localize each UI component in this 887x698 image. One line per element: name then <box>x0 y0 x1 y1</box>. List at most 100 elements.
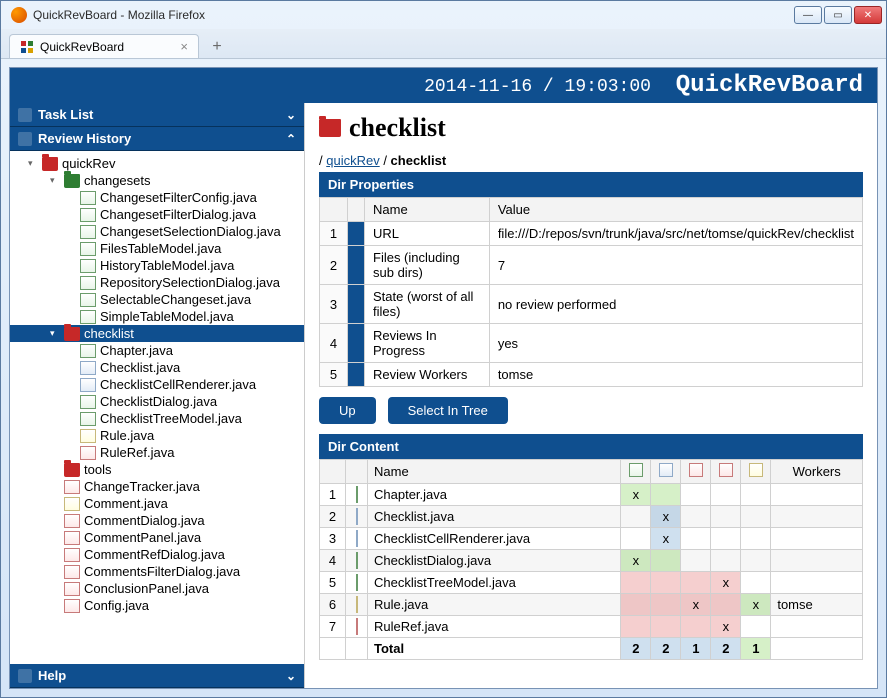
tab-close-icon[interactable]: × <box>180 39 188 54</box>
page-title: checklist <box>319 113 863 143</box>
tree-item[interactable]: Checklist.java <box>10 359 304 376</box>
tree-item[interactable]: SimpleTableModel.java <box>10 308 304 325</box>
tree-item[interactable]: ChecklistDialog.java <box>10 393 304 410</box>
col-value: Value <box>489 198 862 222</box>
prop-value: yes <box>489 324 862 363</box>
state-red2-icon <box>719 463 733 477</box>
tree[interactable]: ▾quickRev▾changesetsChangesetFilterConfi… <box>10 151 304 664</box>
window-buttons: — ▭ ✕ <box>794 6 882 24</box>
panel-task-list[interactable]: Task List ⌄ <box>10 103 304 127</box>
table-row[interactable]: 3ChecklistCellRenderer.javax <box>320 528 863 550</box>
panel-review-history[interactable]: Review History ⌃ <box>10 127 304 151</box>
table-row[interactable]: 1Chapter.javax <box>320 484 863 506</box>
tree-item[interactable]: ChangesetFilterConfig.java <box>10 189 304 206</box>
browser-tab[interactable]: QuickRevBoard × <box>9 34 199 58</box>
tab-title: QuickRevBoard <box>40 40 124 54</box>
prop-name: Reviews In Progress <box>365 324 490 363</box>
breadcrumb-link[interactable]: quickRev <box>326 153 379 168</box>
tree-item[interactable]: ChecklistTreeModel.java <box>10 410 304 427</box>
minimize-button[interactable]: — <box>794 6 822 24</box>
close-button[interactable]: ✕ <box>854 6 882 24</box>
prop-name: URL <box>365 222 490 246</box>
tree-item[interactable]: CommentRefDialog.java <box>10 546 304 563</box>
tree-item[interactable]: Chapter.java <box>10 342 304 359</box>
twisty-icon: ▾ <box>28 158 38 169</box>
file-name: RuleRef.java <box>368 616 621 638</box>
tree-item[interactable]: ChangesetSelectionDialog.java <box>10 223 304 240</box>
file-name: Rule.java <box>368 594 621 616</box>
tree-label: quickRev <box>62 156 115 171</box>
chevron-down-icon: ⌄ <box>286 669 296 683</box>
tree-label: ChangesetFilterConfig.java <box>100 190 257 205</box>
table-row[interactable]: 5ChecklistTreeModel.javax <box>320 572 863 594</box>
up-button[interactable]: Up <box>319 397 376 424</box>
file-icon <box>80 225 96 239</box>
folder-icon <box>64 327 80 341</box>
tree-item[interactable]: ▾ quickRev <box>10 155 304 172</box>
folder-icon <box>64 463 80 477</box>
main: checklist / quickRev / checklist Dir Pro… <box>305 103 877 688</box>
prop-name: State (worst of all files) <box>365 285 490 324</box>
tree-label: ChangesetSelectionDialog.java <box>100 224 281 239</box>
tree-label: CommentDialog.java <box>84 513 205 528</box>
tree-item[interactable]: HistoryTableModel.java <box>10 257 304 274</box>
review-history-label: Review History <box>38 131 131 146</box>
state-blue-icon <box>659 463 673 477</box>
state-red-icon <box>689 463 703 477</box>
tree-item[interactable]: CommentsFilterDialog.java <box>10 563 304 580</box>
tree-label: tools <box>84 462 111 477</box>
folder-icon <box>319 119 341 137</box>
help-label: Help <box>38 668 66 683</box>
prop-name: Files (including sub dirs) <box>365 246 490 285</box>
brand: QuickRevBoard <box>676 72 863 99</box>
table-row: 4Reviews In Progressyes <box>320 324 863 363</box>
new-tab-button[interactable]: + <box>205 36 229 58</box>
tab-favicon <box>20 40 34 54</box>
workers: tomse <box>771 594 863 616</box>
tree-item[interactable]: ▾checklist <box>10 325 304 342</box>
window-title: QuickRevBoard - Mozilla Firefox <box>33 8 205 22</box>
tree-item[interactable]: ChangeTracker.java <box>10 478 304 495</box>
tree-item[interactable]: Config.java <box>10 597 304 614</box>
tree-item[interactable]: FilesTableModel.java <box>10 240 304 257</box>
total-row: Total22121 <box>320 638 863 660</box>
tree-item[interactable]: RepositorySelectionDialog.java <box>10 274 304 291</box>
file-icon <box>80 378 96 392</box>
table-row[interactable]: 7RuleRef.javax <box>320 616 863 638</box>
select-in-tree-button[interactable]: Select In Tree <box>388 397 508 424</box>
tree-item[interactable]: ChecklistCellRenderer.java <box>10 376 304 393</box>
file-icon <box>356 574 358 591</box>
total-label: Total <box>368 638 621 660</box>
panel-help[interactable]: Help ⌄ <box>10 664 304 688</box>
workers <box>771 506 863 528</box>
tree-item[interactable]: RuleRef.java <box>10 444 304 461</box>
tree-item[interactable]: SelectableChangeset.java <box>10 291 304 308</box>
tree-item[interactable]: Comment.java <box>10 495 304 512</box>
dir-properties-table: Name Value 1URLfile:///D:/repos/svn/trun… <box>319 197 863 387</box>
tree-item[interactable]: tools <box>10 461 304 478</box>
twisty-icon: ▾ <box>50 175 60 186</box>
table-row[interactable]: 2Checklist.javax <box>320 506 863 528</box>
maximize-button[interactable]: ▭ <box>824 6 852 24</box>
file-icon <box>356 552 358 569</box>
tree-item[interactable]: CommentPanel.java <box>10 529 304 546</box>
tree-label: SelectableChangeset.java <box>100 292 251 307</box>
tree-label: RuleRef.java <box>100 445 174 460</box>
tree-item[interactable]: ▾changesets <box>10 172 304 189</box>
tree-item[interactable]: Rule.java <box>10 427 304 444</box>
table-row[interactable]: 6Rule.javaxxtomse <box>320 594 863 616</box>
button-row: Up Select In Tree <box>319 397 863 424</box>
tree-label: CommentPanel.java <box>84 530 201 545</box>
table-row[interactable]: 4ChecklistDialog.javax <box>320 550 863 572</box>
file-icon <box>356 508 358 525</box>
tree-item[interactable]: ChangesetFilterDialog.java <box>10 206 304 223</box>
top-band: 2014-11-16 / 19:03:00 QuickRevBoard <box>10 68 877 103</box>
chevron-down-icon: ⌄ <box>286 108 296 122</box>
tree-label: HistoryTableModel.java <box>100 258 234 273</box>
file-icon <box>80 276 96 290</box>
tree-label: Rule.java <box>100 428 154 443</box>
file-icon <box>356 596 358 613</box>
tree-item[interactable]: CommentDialog.java <box>10 512 304 529</box>
dir-properties-header: Dir Properties <box>319 172 863 197</box>
tree-item[interactable]: ConclusionPanel.java <box>10 580 304 597</box>
